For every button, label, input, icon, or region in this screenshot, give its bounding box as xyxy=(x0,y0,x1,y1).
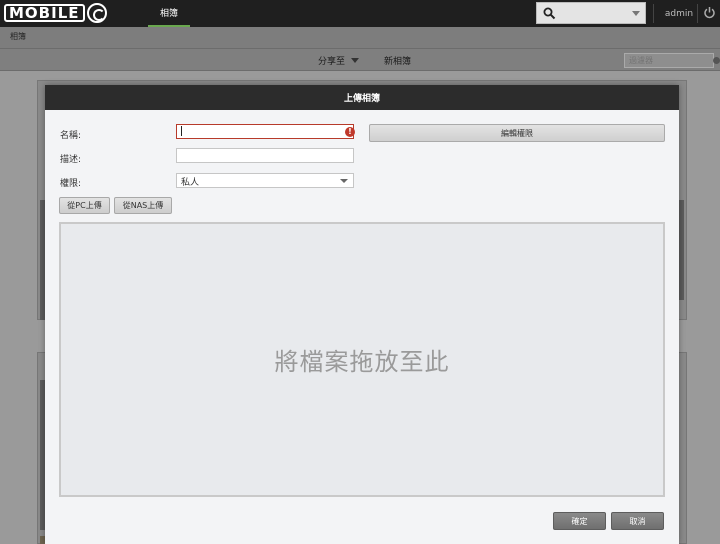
chevron-down-icon xyxy=(351,58,360,63)
share-to-button[interactable]: 分享至 xyxy=(318,54,360,67)
chevron-down-icon xyxy=(340,179,348,183)
permission-value: 私人 xyxy=(181,178,200,188)
divider xyxy=(653,4,654,23)
name-label: 名稱: xyxy=(60,131,82,141)
dialog-title: 上傳相簿 xyxy=(45,85,679,110)
filter-input[interactable] xyxy=(624,53,714,68)
upload-from-nas-button[interactable]: 從NAS上傳 xyxy=(114,197,172,214)
cancel-button[interactable]: 取消 xyxy=(611,512,664,530)
divider xyxy=(697,4,698,23)
edit-permissions-button[interactable]: 編輯權限 xyxy=(369,124,665,142)
nav-tab-album[interactable]: 相簿 xyxy=(148,0,190,27)
search-dropdown[interactable] xyxy=(536,2,646,24)
description-label: 描述: xyxy=(60,155,82,165)
breadcrumb[interactable]: 相簿 xyxy=(10,31,26,42)
breadcrumb-bar: 相簿 xyxy=(0,27,720,48)
description-input[interactable] xyxy=(176,148,354,163)
chevron-down-icon xyxy=(632,11,640,16)
permission-select[interactable]: 私人 xyxy=(176,173,354,188)
user-menu[interactable]: admin xyxy=(660,0,698,27)
ok-button[interactable]: 確定 xyxy=(553,512,606,530)
file-drop-zone[interactable]: 將檔案拖放至此 xyxy=(59,222,665,497)
logo-text: MOBILE xyxy=(4,4,85,22)
clear-filter-icon[interactable] xyxy=(713,57,720,64)
upload-from-pc-button[interactable]: 從PC上傳 xyxy=(59,197,110,214)
new-album-button[interactable]: 新相簿 xyxy=(384,54,411,67)
toolbar: 分享至 新相簿 xyxy=(0,48,720,71)
share-to-label: 分享至 xyxy=(318,57,346,67)
album-name-input[interactable] xyxy=(176,124,354,139)
power-icon[interactable] xyxy=(703,6,716,19)
search-icon xyxy=(543,7,556,20)
brand-logo[interactable]: MOBILE xyxy=(4,3,107,23)
text-cursor xyxy=(181,126,182,136)
error-icon: ! xyxy=(345,127,355,137)
top-bar: MOBILE 相簿 admin xyxy=(0,0,720,27)
logo-mark-icon xyxy=(86,3,107,23)
drop-zone-text: 將檔案拖放至此 xyxy=(274,348,450,376)
permission-label: 權限: xyxy=(60,179,82,189)
upload-album-dialog: 上傳相簿 名稱: ! 編輯權限 描述: 權限: 私人 從PC上傳 從NAS上傳 … xyxy=(45,85,679,544)
